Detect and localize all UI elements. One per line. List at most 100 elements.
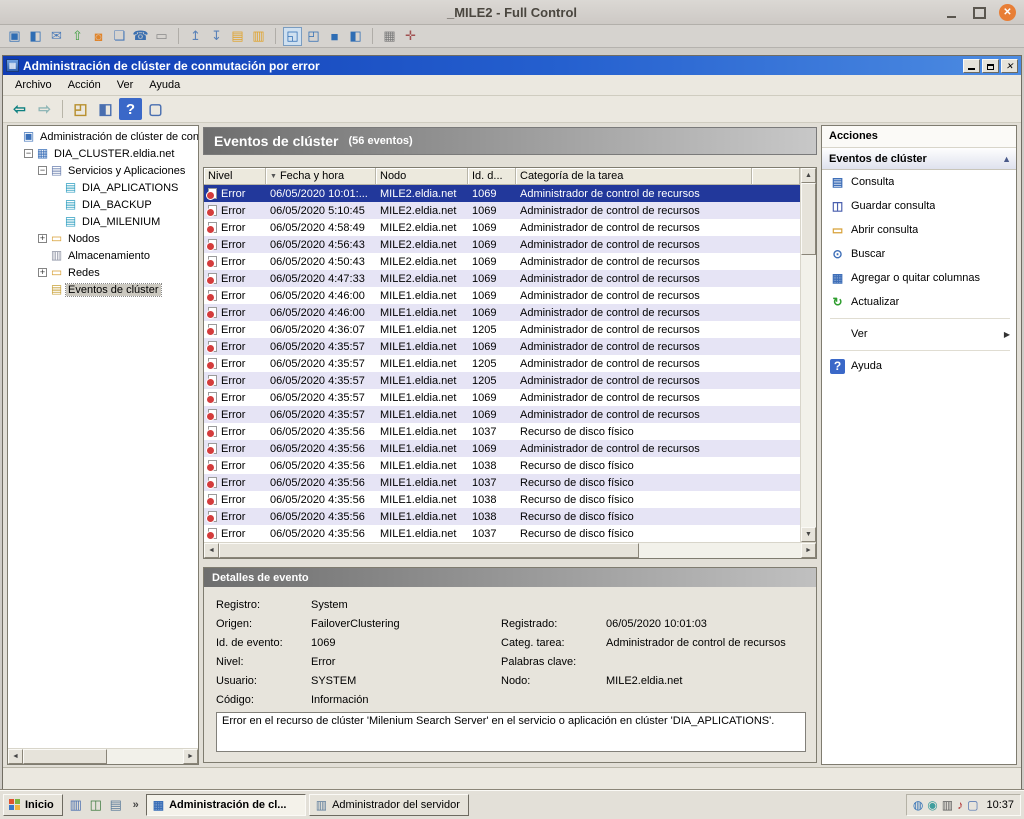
viewer-toolbar-icon[interactable] (368, 27, 377, 46)
event-row[interactable]: Error 06/05/2020 5:10:45 MILE2.eldia.net… (204, 202, 800, 219)
action-item[interactable]: ▭ Abrir consulta (822, 218, 1016, 242)
tray-icon[interactable]: ♪ (957, 798, 963, 812)
viewer-toolbar-icon[interactable]: ✛ (401, 27, 420, 46)
event-row[interactable]: Error 06/05/2020 4:35:57 MILE1.eldia.net… (204, 389, 800, 406)
tray-icon[interactable]: ◍ (913, 798, 923, 812)
tray-icon[interactable]: ◉ (927, 798, 937, 812)
action-item[interactable]: ↻ Actualizar (822, 290, 1016, 314)
event-row[interactable]: Error 06/05/2020 4:36:07 MILE1.eldia.net… (204, 321, 800, 338)
tree-expander[interactable]: − (24, 149, 33, 158)
viewer-toolbar-icon[interactable]: ❏ (110, 27, 129, 46)
tree-item[interactable]: ▤ DIA_BACKUP (8, 196, 198, 213)
quick-launch-icon[interactable]: ▤ (106, 795, 126, 815)
menu-item[interactable]: Ayuda (141, 77, 188, 93)
taskbar-task-button[interactable]: ▦ Administración de cl... (146, 794, 306, 816)
event-row[interactable]: Error 06/05/2020 4:46:00 MILE1.eldia.net… (204, 304, 800, 321)
tree-item[interactable]: − ▦ DIA_CLUSTER.eldia.net (8, 145, 198, 162)
event-row[interactable]: Error 06/05/2020 4:56:43 MILE2.eldia.net… (204, 236, 800, 253)
viewer-toolbar-icon[interactable] (271, 27, 280, 46)
viewer-toolbar-icon[interactable]: ☎ (131, 27, 150, 46)
viewer-toolbar-icon[interactable]: ◙ (89, 27, 108, 46)
action-item[interactable] (822, 346, 1016, 354)
tree-horizontal-scrollbar[interactable]: ◄ ► (8, 748, 198, 764)
tree-item[interactable]: − ▤ Servicios y Aplicaciones (8, 162, 198, 179)
tree-expander[interactable]: − (38, 166, 47, 175)
event-row[interactable]: Error 06/05/2020 4:35:57 MILE1.eldia.net… (204, 406, 800, 423)
event-row[interactable]: Error 06/05/2020 4:58:49 MILE2.eldia.net… (204, 219, 800, 236)
column-header-nodo[interactable]: Nodo (376, 168, 468, 185)
action-item[interactable]: Ver ▶ (822, 322, 1016, 346)
viewer-minimize-button[interactable] (943, 5, 959, 21)
tray-icon[interactable]: ▥ (942, 798, 953, 812)
collapse-icon[interactable]: ▲ (1002, 154, 1011, 164)
tree-item[interactable]: + ▭ Redes (8, 264, 198, 281)
event-row[interactable]: Error 06/05/2020 4:35:56 MILE1.eldia.net… (204, 491, 800, 508)
viewer-toolbar-icon[interactable]: ✉ (47, 27, 66, 46)
event-row[interactable]: Error 06/05/2020 4:35:56 MILE1.eldia.net… (204, 525, 800, 542)
scroll-left-icon[interactable]: ◄ (204, 543, 219, 558)
action-item[interactable] (822, 314, 1016, 322)
actions-section-header[interactable]: Eventos de clúster ▲ (822, 148, 1016, 170)
viewer-toolbar-icon[interactable]: ↧ (207, 27, 226, 46)
viewer-toolbar-icon[interactable]: ◱ (283, 27, 302, 46)
scroll-left-icon[interactable]: ◄ (8, 749, 23, 764)
viewer-maximize-button[interactable] (971, 5, 987, 21)
viewer-toolbar-icon[interactable]: ◧ (346, 27, 365, 46)
app-titlebar[interactable]: ▦ Administración de clúster de conmutaci… (3, 56, 1021, 75)
event-row[interactable]: Error 06/05/2020 4:35:57 MILE1.eldia.net… (204, 355, 800, 372)
viewer-toolbar-icon[interactable]: ⇧ (68, 27, 87, 46)
app-toolbar-icon[interactable]: ⇦ (8, 98, 31, 120)
app-toolbar-icon[interactable]: ▢ (144, 98, 167, 120)
app-toolbar-icon[interactable]: ◧ (94, 98, 117, 120)
quick-launch-chevron[interactable]: » (129, 799, 143, 811)
action-item[interactable]: ▤ Consulta (822, 170, 1016, 194)
app-minimize-button[interactable] (963, 59, 980, 73)
viewer-close-button[interactable]: ✕ (999, 4, 1016, 21)
taskbar-clock[interactable]: 10:37 (986, 799, 1014, 811)
tree-item[interactable]: ▣ Administración de clúster de conmu (8, 128, 198, 145)
scroll-right-icon[interactable]: ► (801, 543, 816, 558)
action-item[interactable]: ? Ayuda (822, 354, 1016, 378)
tree-item[interactable]: ▤ Eventos de clúster (8, 281, 198, 298)
tree-item[interactable]: ▤ DIA_MILENIUM (8, 213, 198, 230)
viewer-toolbar-icon[interactable]: ▦ (380, 27, 399, 46)
viewer-toolbar-icon[interactable]: ↥ (186, 27, 205, 46)
column-header-categoria[interactable]: Categoría de la tarea (516, 168, 752, 185)
app-toolbar-icon[interactable]: ◰ (69, 98, 92, 120)
event-row[interactable]: Error 06/05/2020 4:46:00 MILE1.eldia.net… (204, 287, 800, 304)
scrollbar-thumb[interactable] (801, 183, 816, 255)
event-row[interactable]: Error 06/05/2020 4:50:43 MILE2.eldia.net… (204, 253, 800, 270)
viewer-toolbar-icon[interactable]: ◰ (304, 27, 323, 46)
action-item[interactable]: ◫ Guardar consulta (822, 194, 1016, 218)
quick-launch-icon[interactable]: ◫ (86, 795, 106, 815)
scroll-down-icon[interactable]: ▼ (801, 527, 816, 542)
app-toolbar-icon[interactable]: ? (119, 98, 142, 120)
events-horizontal-scrollbar[interactable]: ◄ ► (204, 542, 816, 558)
column-header-nivel[interactable]: Nivel (204, 168, 266, 185)
scrollbar-thumb[interactable] (219, 543, 639, 558)
viewer-toolbar-icon[interactable]: ▣ (5, 27, 24, 46)
event-row[interactable]: Error 06/05/2020 10:01:... MILE2.eldia.n… (204, 185, 800, 202)
events-vertical-scrollbar[interactable]: ▲ ▼ (800, 168, 816, 542)
menu-item[interactable]: Ver (109, 77, 142, 93)
event-row[interactable]: Error 06/05/2020 4:35:56 MILE1.eldia.net… (204, 474, 800, 491)
viewer-toolbar-icon[interactable]: ▤ (228, 27, 247, 46)
tree-item[interactable]: + ▭ Nodos (8, 230, 198, 247)
quick-launch-icon[interactable]: ▥ (66, 795, 86, 815)
viewer-toolbar-icon[interactable]: ■ (325, 27, 344, 46)
tray-icon[interactable]: ▢ (967, 798, 978, 812)
scroll-right-icon[interactable]: ► (183, 749, 198, 764)
event-row[interactable]: Error 06/05/2020 4:47:33 MILE2.eldia.net… (204, 270, 800, 287)
viewer-toolbar-icon[interactable]: ◧ (26, 27, 45, 46)
start-button[interactable]: Inicio (3, 794, 63, 816)
action-item[interactable]: ⊙ Buscar (822, 242, 1016, 266)
scroll-up-icon[interactable]: ▲ (801, 168, 816, 183)
tree-expander[interactable]: + (38, 268, 47, 277)
taskbar-task-button[interactable]: ▥ Administrador del servidor (309, 794, 469, 816)
viewer-toolbar-icon[interactable] (174, 27, 183, 46)
tree-item[interactable]: ▥ Almacenamiento (8, 247, 198, 264)
app-restore-button[interactable] (982, 59, 999, 73)
menu-item[interactable]: Acción (60, 77, 109, 93)
event-row[interactable]: Error 06/05/2020 4:35:56 MILE1.eldia.net… (204, 508, 800, 525)
event-row[interactable]: Error 06/05/2020 4:35:56 MILE1.eldia.net… (204, 423, 800, 440)
